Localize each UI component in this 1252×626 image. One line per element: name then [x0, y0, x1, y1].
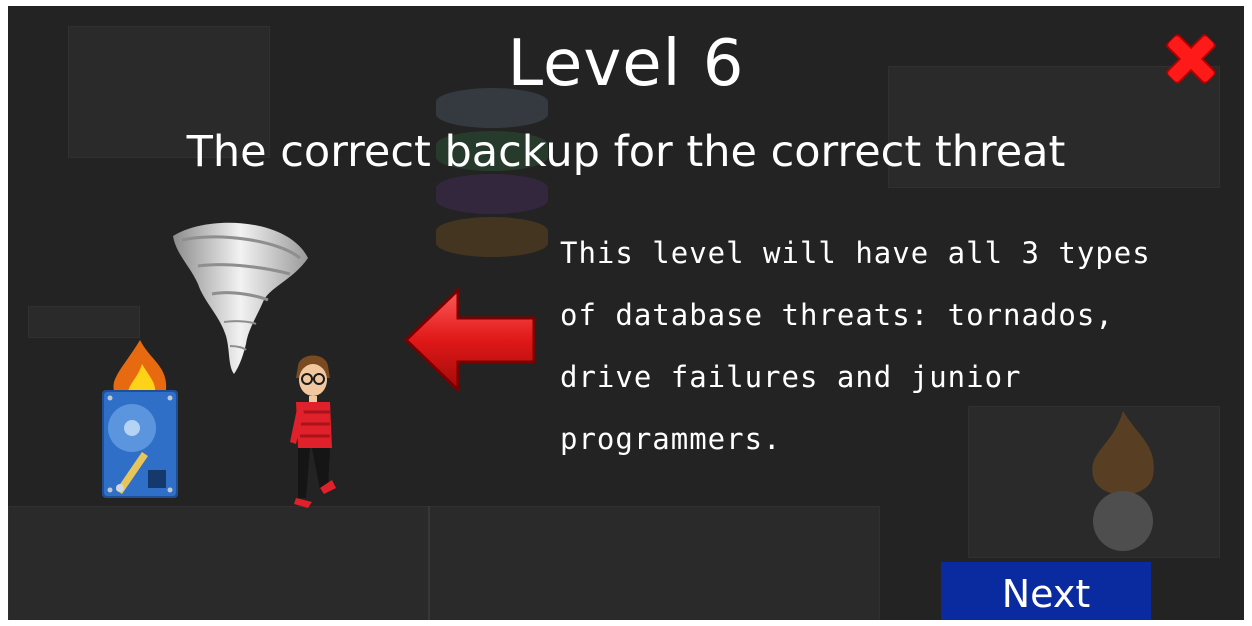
- level-intro-panel: Level 6 The correct backup for the corre…: [8, 6, 1244, 620]
- burning-hard-drive-icon: [102, 340, 178, 498]
- next-button[interactable]: Next: [941, 562, 1151, 620]
- left-arrow-icon: [403, 288, 536, 392]
- close-x-icon[interactable]: [1160, 28, 1222, 90]
- level-title: Level 6: [507, 27, 745, 101]
- level-subtitle: The correct backup for the correct threa…: [186, 127, 1066, 177]
- level-description: This level will have all 3 types of data…: [560, 236, 1151, 456]
- background-shelf-left: [28, 306, 140, 338]
- background-wall-strip: [8, 506, 430, 620]
- background-counter: [428, 506, 880, 620]
- junior-programmer-icon: [290, 355, 336, 508]
